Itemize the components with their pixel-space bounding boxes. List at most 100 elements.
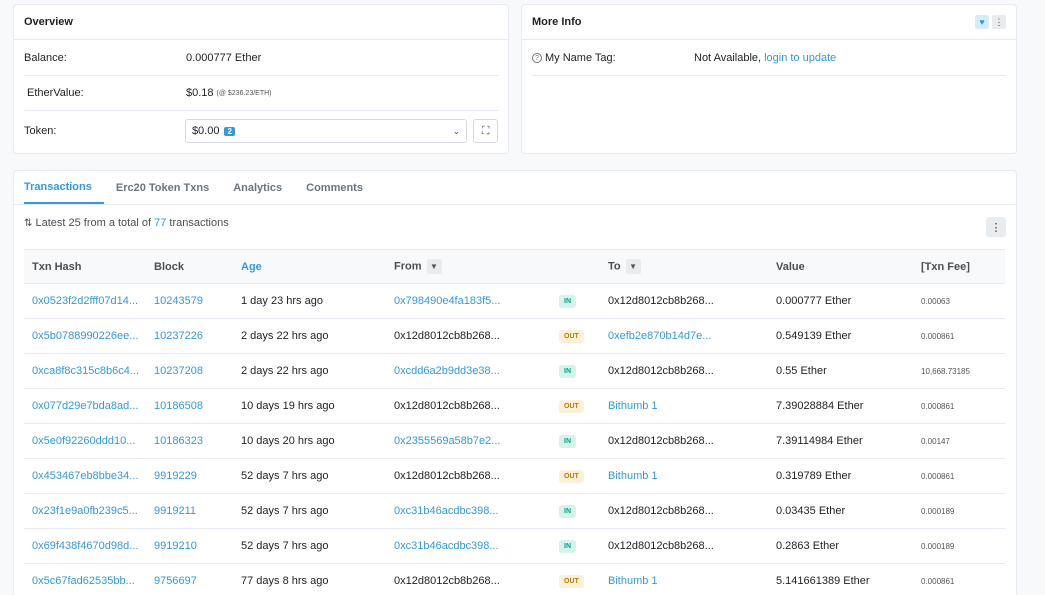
from-td: 0x12d8012cb8b268... — [386, 388, 551, 424]
txn-hash-link[interactable]: 0x23f1e9a0fb239c5... — [32, 505, 138, 517]
txn-hash-link[interactable]: 0x0523f2d2fff07d14... — [32, 295, 138, 307]
from-address[interactable]: 0x2355569a58b7e2... — [394, 435, 500, 447]
txn-hash-link[interactable]: 0x5e0f92260ddd10... — [32, 435, 135, 447]
to-td: 0x12d8012cb8b268... — [600, 528, 768, 564]
tab-erc20-token-txns[interactable]: Erc20 Token Txns — [104, 171, 221, 204]
sort-icon: ⇅ — [24, 218, 33, 229]
ethervalue-rate: (@ $236.23/ETH) — [216, 89, 272, 97]
age-cell: 2 days 22 hrs ago — [241, 365, 329, 377]
direction-badge: OUT — [559, 400, 584, 413]
to-address[interactable]: Bithumb 1 — [608, 575, 658, 587]
summary-row: ⇅ Latest 25 from a total of 77 transacti… — [14, 205, 1016, 241]
direction-td: OUT — [551, 318, 600, 354]
more-options-button[interactable]: ⋮ — [992, 15, 1006, 30]
from-td: 0xc31b46acdbc398... — [386, 528, 551, 564]
to-td: 0x12d8012cb8b268... — [600, 353, 768, 389]
age-cell-td: 2 days 22 hrs ago — [233, 353, 386, 389]
filter-icon[interactable]: ▼ — [426, 259, 442, 274]
from-td: 0x12d8012cb8b268... — [386, 563, 551, 595]
block-td: 9756697 — [146, 563, 233, 595]
login-to-update-link[interactable]: login to update — [764, 52, 836, 64]
favorite-button[interactable]: ♥ — [975, 14, 989, 29]
to-address[interactable]: Bithumb 1 — [608, 470, 658, 482]
txn-fee-cell-td: 0.000189 — [913, 493, 1005, 529]
direction-badge: OUT — [559, 575, 584, 588]
age-cell-td: 52 days 7 hrs ago — [233, 458, 386, 494]
table-row: 0x23f1e9a0fb239c5... 9919211 52 days 7 hrs… — [24, 493, 1005, 529]
age-cell: 77 days 8 hrs ago — [241, 575, 329, 587]
name-tag-label: My Name Tag: — [545, 52, 616, 64]
tab-comments[interactable]: Comments — [294, 171, 375, 204]
block-link[interactable]: 10237208 — [154, 365, 203, 377]
more-info-actions: ♥ ⋮ — [972, 14, 1006, 30]
header-block: Block — [146, 249, 233, 284]
kebab-icon: ⋮ — [990, 221, 1002, 234]
txn-hash-link[interactable]: 0xca8f8c315c8b6c4... — [32, 365, 139, 377]
from-address[interactable]: 0xcdd6a2b9dd3e38... — [394, 365, 500, 377]
tab-transactions[interactable]: Transactions — [24, 171, 104, 204]
table-row: 0xca8f8c315c8b6c4... 10237208 2 days 22 hr… — [24, 353, 1005, 389]
txn-hash-link[interactable]: 0x69f438f4670d98d... — [32, 540, 138, 552]
value-cell-td: 0.000777 Ether — [768, 283, 913, 319]
expand-icon: ⛶ — [481, 124, 490, 137]
to-td: Bithumb 1 — [600, 458, 768, 494]
txn-hash-td: 0x453467eb8bbe34... — [24, 458, 146, 494]
block-link[interactable]: 9919229 — [154, 470, 197, 482]
from-td: 0xc31b46acdbc398... — [386, 493, 551, 529]
question-circle-icon: ? — [532, 53, 542, 63]
age-cell: 52 days 7 hrs ago — [241, 505, 329, 517]
block-link[interactable]: 10237226 — [154, 330, 203, 342]
block-link[interactable]: 9756697 — [154, 575, 197, 587]
transactions-table: Txn Hash Block Age From ▼ To ▼ Value [Txn … — [24, 249, 1005, 595]
filter-icon[interactable]: ▼ — [625, 259, 641, 274]
token-count-badge: 2 — [224, 127, 235, 136]
transactions-body: 0x0523f2d2fff07d14... 10243579 1 day 23 hr… — [24, 283, 1005, 595]
to-address[interactable]: Bithumb 1 — [608, 400, 658, 412]
tab-analytics[interactable]: Analytics — [221, 171, 294, 204]
block-link[interactable]: 10186508 — [154, 400, 203, 412]
balance-row: Balance: 0.000777 Ether — [24, 41, 498, 76]
age-cell: 1 day 23 hrs ago — [241, 295, 323, 307]
more-info-header: More Info ♥ ⋮ — [522, 5, 1016, 40]
summary-suffix: transactions — [169, 217, 229, 229]
value-cell-td: 7.39114984 Ether — [768, 423, 913, 459]
expand-button[interactable]: ⛶ — [473, 119, 498, 143]
name-tag-row: ? My Name Tag: Not Available, login to u… — [532, 41, 1006, 76]
block-link[interactable]: 10243579 — [154, 295, 203, 307]
block-link[interactable]: 9919211 — [154, 505, 196, 517]
from-address[interactable]: 0xc31b46acdbc398... — [394, 540, 499, 552]
total-count-link[interactable]: 77 — [154, 217, 166, 229]
chevron-down-icon: ⌄ — [452, 125, 461, 136]
to-td: 0x12d8012cb8b268... — [600, 493, 768, 529]
age-cell-td: 10 days 20 hrs ago — [233, 423, 386, 459]
direction-badge: IN — [559, 295, 576, 308]
header-value: Value — [768, 249, 913, 284]
txn-hash-td: 0x69f438f4670d98d... — [24, 528, 146, 564]
from-address[interactable]: 0x798490e4fa183f5... — [394, 295, 500, 307]
header-age-label[interactable]: Age — [241, 261, 262, 273]
txn-hash-link[interactable]: 0x077d29e7bda8ad... — [32, 400, 138, 412]
txn-hash-link[interactable]: 0x5b0788990226ee... — [32, 330, 138, 342]
block-link[interactable]: 10186323 — [154, 435, 203, 447]
block-link[interactable]: 9919210 — [154, 540, 197, 552]
header-age[interactable]: Age — [233, 249, 386, 284]
table-options-button[interactable]: ⋮ — [986, 217, 1006, 237]
txn-fee-cell: 0.000189 — [921, 507, 955, 516]
direction-td: IN — [551, 353, 600, 389]
txn-hash-td: 0x23f1e9a0fb239c5... — [24, 493, 146, 529]
token-dropdown[interactable]: $0.00 2 ⌄ — [184, 119, 468, 143]
age-cell: 52 days 7 hrs ago — [241, 540, 329, 552]
from-address[interactable]: 0xc31b46acdbc398... — [394, 505, 499, 517]
value-cell-td: 7.39028884 Ether — [768, 388, 913, 424]
to-td: 0x12d8012cb8b268... — [600, 283, 768, 319]
txn-fee-cell-td: 10,668.73185 — [913, 353, 1005, 389]
txn-fee-cell: 0.000861 — [921, 402, 955, 411]
block-td: 9919211 — [146, 493, 233, 529]
txn-hash-link[interactable]: 0x5c67fad62535bb... — [32, 575, 135, 587]
token-label: Token: — [24, 125, 57, 137]
value-cell: 0.2863 Ether — [776, 540, 839, 552]
txn-hash-link[interactable]: 0x453467eb8bbe34... — [32, 470, 138, 482]
to-address[interactable]: 0xefb2e870b14d7e... — [608, 330, 711, 342]
txn-fee-cell: 0.000861 — [921, 332, 955, 341]
age-cell: 52 days 7 hrs ago — [241, 470, 329, 482]
